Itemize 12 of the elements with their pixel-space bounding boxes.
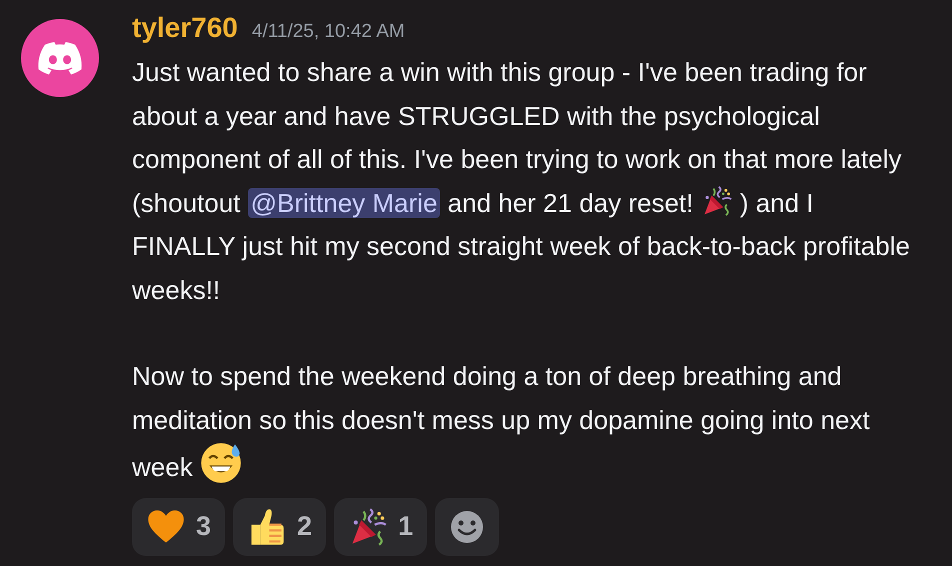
message-timestamp: 4/11/25, 10:42 AM — [252, 20, 405, 44]
reaction-button[interactable]: 1 — [334, 498, 428, 556]
grinning-sweat-emoji-icon — [200, 442, 242, 484]
message-text: Just wanted to share a win with this group - I've been trading for about a year and have STRUGGLED with the psychological component of all of this. I've been trying to work on that more lately (shoutout @Brittney Marie and her 21 day reset! ) and I FINALLY just hit my second straight week of back-to-back profitable weeks!! — [132, 56, 911, 306]
user-mention[interactable]: @Brittney Marie — [248, 188, 440, 218]
reaction-button[interactable]: 3 — [132, 498, 226, 556]
reaction-button[interactable]: 2 — [233, 498, 326, 556]
add-reaction-icon — [449, 508, 486, 544]
add-reaction-button[interactable] — [435, 498, 500, 556]
controller-logo-icon — [37, 41, 83, 75]
author-name[interactable]: tyler760 — [132, 7, 238, 49]
message-text: Now to spend the weekend doing a ton of deep breathing and meditation so this doesn't mess up my dopamine going into next week — [132, 360, 871, 486]
